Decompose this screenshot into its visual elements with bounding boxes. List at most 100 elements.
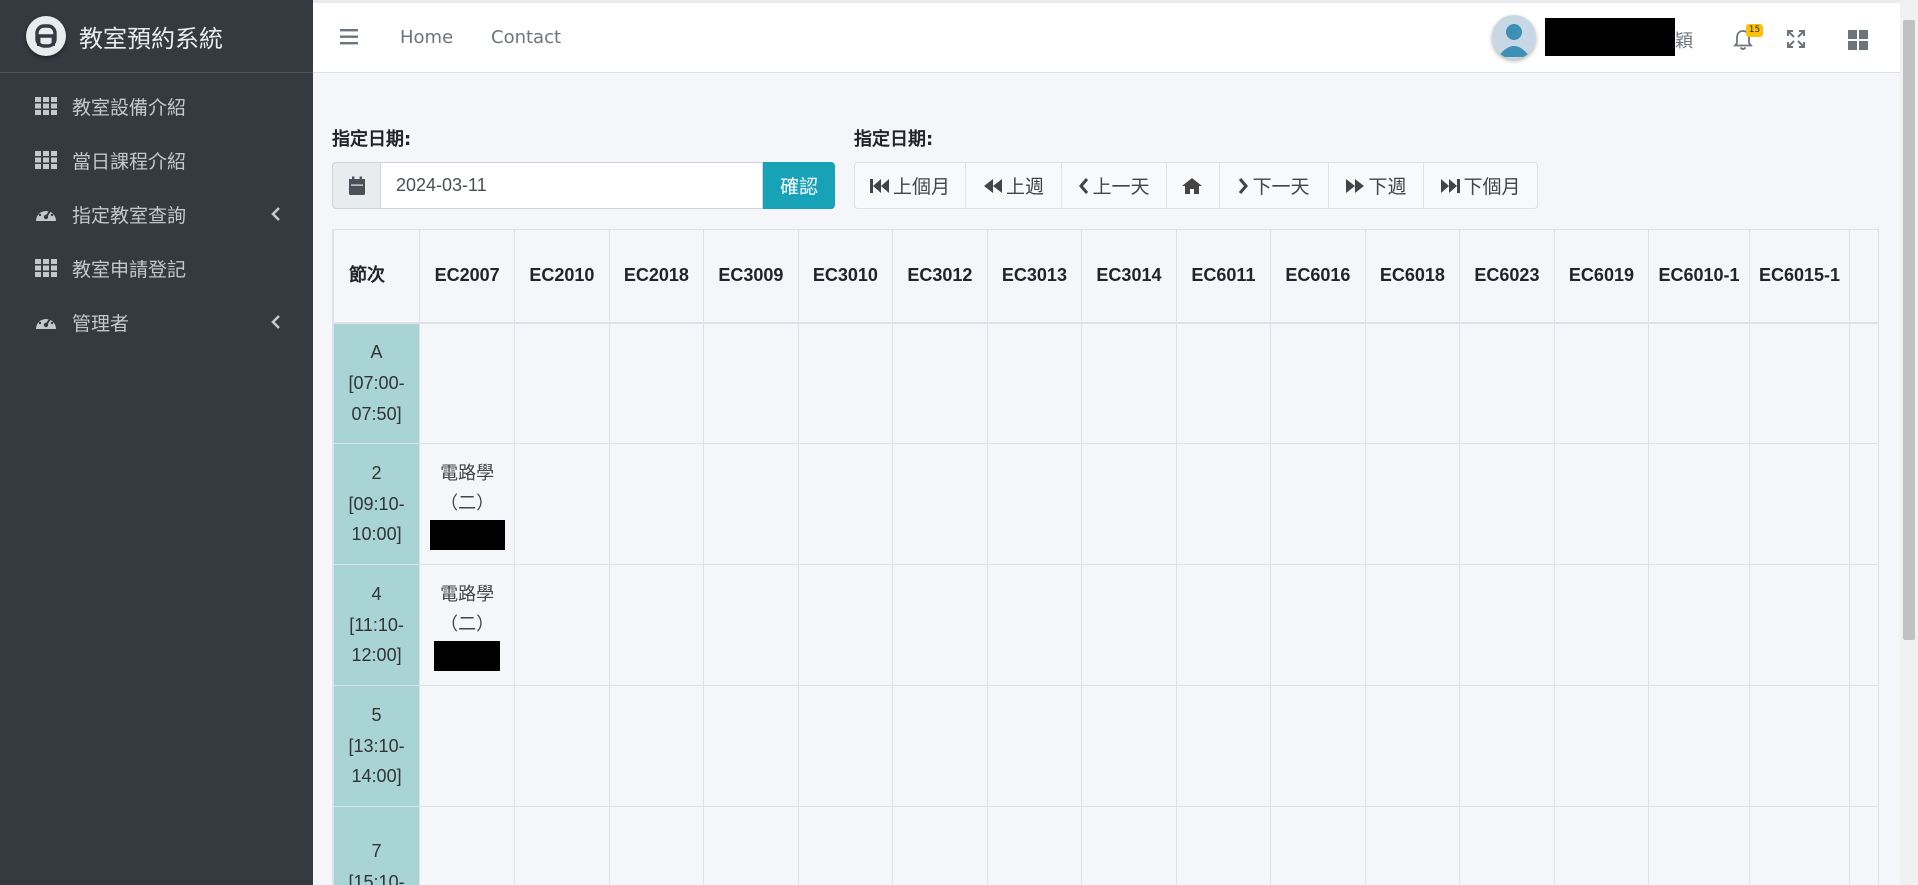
schedule-cell[interactable]	[419, 322, 516, 444]
schedule-cell[interactable]	[703, 806, 799, 885]
schedule-cell[interactable]	[1648, 322, 1750, 444]
schedule-cell[interactable]	[1459, 685, 1555, 807]
schedule-cell[interactable]	[1748, 806, 1851, 885]
schedule-cell[interactable]: 電路學（二）	[419, 564, 516, 686]
scrollbar-thumb[interactable]	[1903, 20, 1915, 640]
schedule-cell[interactable]	[703, 322, 799, 444]
schedule-cell[interactable]	[1081, 443, 1177, 565]
schedule-cell[interactable]	[1849, 322, 1879, 444]
schedule-cell[interactable]	[1175, 322, 1272, 444]
schedule-cell[interactable]	[1849, 443, 1879, 565]
sidebar-item-daily-courses[interactable]: 當日課程介紹	[0, 133, 313, 187]
schedule-cell[interactable]	[1553, 806, 1650, 885]
brand-link[interactable]: 教室預約系統	[0, 0, 313, 73]
schedule-cell[interactable]	[1364, 322, 1461, 444]
sidebar-item-classroom-query[interactable]: 指定教室查詢	[0, 187, 313, 241]
schedule-cell[interactable]	[1553, 322, 1650, 444]
schedule-cell[interactable]	[797, 443, 894, 565]
prev-day-button[interactable]: 上一天	[1061, 162, 1167, 209]
schedule-cell[interactable]	[514, 564, 610, 686]
schedule-cell[interactable]	[1175, 685, 1272, 807]
schedule-cell[interactable]	[703, 564, 799, 686]
vertical-scrollbar[interactable]	[1900, 0, 1918, 885]
schedule-cell[interactable]	[986, 685, 1083, 807]
date-input[interactable]	[381, 162, 763, 209]
schedule-cell[interactable]	[1849, 564, 1879, 686]
schedule-cell[interactable]	[608, 564, 705, 686]
schedule-cell[interactable]	[1849, 806, 1879, 885]
user-name[interactable]: 穎	[1675, 27, 1693, 53]
schedule-cell[interactable]	[703, 685, 799, 807]
schedule-cell[interactable]	[514, 806, 610, 885]
nav-contact-link[interactable]: Contact	[491, 27, 561, 48]
schedule-cell[interactable]	[797, 685, 894, 807]
schedule-cell[interactable]	[1553, 564, 1650, 686]
schedule-cell[interactable]	[1081, 806, 1177, 885]
schedule-cell[interactable]	[1270, 322, 1366, 444]
today-button[interactable]	[1166, 162, 1220, 209]
schedule-cell[interactable]	[1849, 685, 1879, 807]
schedule-cell[interactable]	[986, 564, 1083, 686]
schedule-cell[interactable]	[1748, 443, 1851, 565]
prev-month-button[interactable]: 上個月	[854, 162, 966, 209]
schedule-cell[interactable]	[1175, 806, 1272, 885]
schedule-cell[interactable]	[1081, 322, 1177, 444]
schedule-cell[interactable]	[703, 443, 799, 565]
schedule-cell[interactable]	[1553, 443, 1650, 565]
schedule-cell[interactable]	[986, 443, 1083, 565]
schedule-cell[interactable]	[892, 322, 988, 444]
user-avatar[interactable]	[1492, 15, 1536, 59]
calendar-icon[interactable]	[332, 162, 381, 209]
nav-home-link[interactable]: Home	[400, 27, 453, 48]
schedule-cell[interactable]	[1175, 443, 1272, 565]
schedule-cell[interactable]	[1081, 685, 1177, 807]
schedule-cell[interactable]	[1553, 685, 1650, 807]
schedule-cell[interactable]	[608, 443, 705, 565]
schedule-cell[interactable]	[892, 685, 988, 807]
next-week-button[interactable]: 下週	[1328, 162, 1424, 209]
schedule-cell[interactable]	[1364, 564, 1461, 686]
schedule-cell[interactable]	[608, 322, 705, 444]
schedule-cell[interactable]	[1175, 564, 1272, 686]
schedule-cell[interactable]	[892, 806, 988, 885]
schedule-cell[interactable]: 電路學（二）	[419, 443, 516, 565]
schedule-cell[interactable]	[1648, 806, 1750, 885]
schedule-cell[interactable]	[514, 443, 610, 565]
schedule-cell[interactable]	[1748, 685, 1851, 807]
schedule-cell[interactable]	[1459, 443, 1555, 565]
schedule-cell[interactable]	[892, 564, 988, 686]
confirm-button[interactable]: 確認	[763, 162, 835, 209]
schedule-cell[interactable]	[1270, 564, 1366, 686]
schedule-cell[interactable]	[1364, 806, 1461, 885]
hamburger-menu-icon[interactable]	[340, 29, 360, 45]
schedule-cell[interactable]	[1081, 564, 1177, 686]
schedule-cell[interactable]	[514, 685, 610, 807]
schedule-cell[interactable]	[608, 806, 705, 885]
schedule-cell[interactable]	[1459, 564, 1555, 686]
schedule-cell[interactable]	[419, 685, 516, 807]
schedule-cell[interactable]	[986, 322, 1083, 444]
schedule-cell[interactable]	[1270, 806, 1366, 885]
schedule-cell[interactable]	[1648, 685, 1750, 807]
schedule-cell[interactable]	[419, 806, 516, 885]
schedule-cell[interactable]	[1748, 322, 1851, 444]
schedule-cell[interactable]	[892, 443, 988, 565]
schedule-cell[interactable]	[608, 685, 705, 807]
schedule-cell[interactable]	[1648, 443, 1750, 565]
schedule-cell[interactable]	[986, 806, 1083, 885]
control-sidebar-icon[interactable]	[1848, 30, 1868, 50]
fullscreen-icon[interactable]	[1787, 30, 1805, 48]
schedule-cell[interactable]	[1270, 443, 1366, 565]
prev-week-button[interactable]: 上週	[965, 162, 1062, 209]
schedule-table-container[interactable]: 節次 EC2007 EC2010 EC2018 EC3009 EC3010 EC…	[332, 229, 1879, 885]
sidebar-item-classroom-application[interactable]: 教室申請登記	[0, 241, 313, 295]
schedule-cell[interactable]	[1270, 685, 1366, 807]
schedule-cell[interactable]	[1648, 564, 1750, 686]
schedule-cell[interactable]	[797, 322, 894, 444]
schedule-cell[interactable]	[1364, 443, 1461, 565]
sidebar-item-equipment[interactable]: 教室設備介紹	[0, 79, 313, 133]
schedule-cell[interactable]	[797, 806, 894, 885]
sidebar-item-admin[interactable]: 管理者	[0, 295, 313, 349]
schedule-cell[interactable]	[514, 322, 610, 444]
schedule-cell[interactable]	[1364, 685, 1461, 807]
